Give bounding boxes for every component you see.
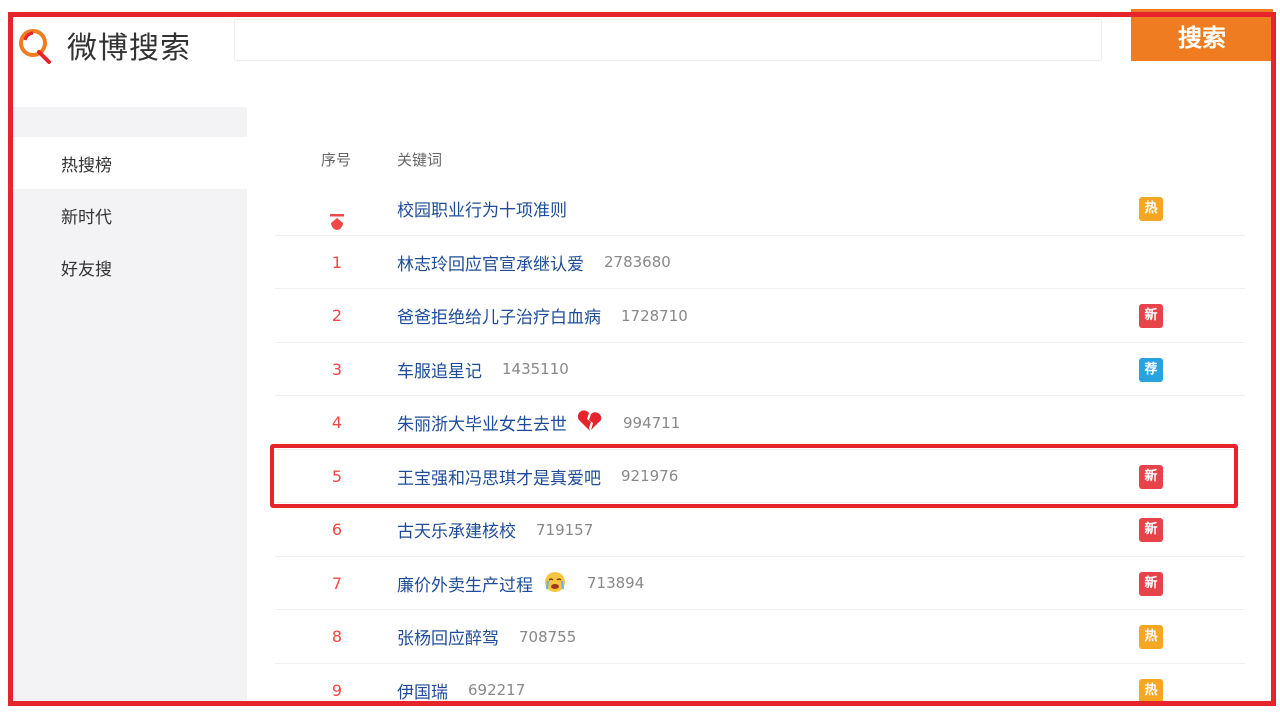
table-row[interactable]: 8 张杨回应醉驾 708755 热 — [275, 610, 1245, 664]
row-keyword[interactable]: 王宝强和冯思琪才是真爱吧 — [397, 464, 601, 489]
row-keyword[interactable]: 伊国瑞 — [397, 678, 448, 703]
sidebar-item-hot-search[interactable]: 热搜榜 — [13, 137, 247, 189]
row-keyword[interactable]: 古天乐承建核校 — [397, 517, 516, 542]
table-row[interactable]: 1 林志玲回应官宣承继认爱 2783680 — [275, 236, 1245, 289]
row-rank: 1 — [331, 252, 343, 272]
hot-search-list: 序号 关键词 校园职业行为十项准则 热 1 林志玲回应官宣承继认爱 278368… — [247, 107, 1271, 703]
table-row[interactable]: 4 朱丽浙大毕业女生去世 994711 — [275, 396, 1245, 450]
row-rank: 4 — [331, 413, 343, 432]
table-row[interactable]: 2 爸爸拒绝给儿子治疗白血病 1728710 新 — [275, 289, 1245, 343]
broken-heart-icon — [577, 410, 603, 435]
search-input[interactable] — [234, 19, 1102, 61]
row-rank: 3 — [331, 359, 343, 379]
sidebar-item-new-era[interactable]: 新时代 — [13, 189, 247, 241]
row-rank: 6 — [331, 520, 343, 539]
row-keyword[interactable]: 车服追星记 — [397, 357, 482, 382]
new-badge: 新 — [1139, 304, 1163, 328]
row-rank: 8 — [331, 627, 343, 646]
row-keyword[interactable]: 朱丽浙大毕业女生去世 — [397, 410, 567, 435]
row-count: 921976 — [621, 467, 679, 485]
pin-icon — [329, 200, 345, 230]
table-row[interactable]: 校园职业行为十项准则 热 — [275, 182, 1245, 236]
sidebar-item-label: 好友搜 — [61, 259, 112, 280]
row-count: 2783680 — [604, 253, 671, 271]
table-row[interactable]: 5 王宝强和冯思琪才是真爱吧 921976 新 — [275, 450, 1245, 503]
search-button[interactable]: 搜索 — [1131, 9, 1273, 61]
row-count: 719157 — [536, 520, 594, 539]
column-header-rank: 序号 — [321, 151, 352, 169]
table-header: 序号 关键词 — [247, 143, 1247, 173]
sidebar-item-friends-search[interactable]: 好友搜 — [13, 241, 247, 293]
magnifier-logo-icon — [17, 26, 55, 64]
row-rank: 7 — [331, 573, 343, 593]
column-header-keyword: 关键词 — [397, 151, 443, 169]
table-row[interactable]: 6 古天乐承建核校 719157 新 — [275, 503, 1245, 557]
row-rank: 5 — [331, 466, 343, 486]
row-count: 713894 — [587, 574, 645, 592]
table-row[interactable]: 3 车服追星记 1435110 荐 — [275, 343, 1245, 396]
sidebar: 热搜榜 新时代 好友搜 — [13, 107, 247, 701]
new-badge: 新 — [1139, 518, 1163, 542]
row-rank: 2 — [331, 306, 343, 325]
row-rank: 9 — [331, 680, 343, 700]
row-keyword[interactable]: 廉价外卖生产过程 — [397, 571, 533, 596]
logo-text: 微博搜索 — [67, 31, 191, 66]
table-row[interactable]: 9 伊国瑞 692217 热 — [275, 664, 1245, 712]
new-badge: 新 — [1139, 464, 1163, 489]
recommend-badge: 荐 — [1139, 357, 1163, 382]
sidebar-item-label: 新时代 — [61, 207, 112, 228]
row-count: 994711 — [623, 413, 681, 432]
row-keyword[interactable]: 校园职业行为十项准则 — [397, 196, 567, 221]
row-count: 708755 — [519, 627, 577, 646]
row-count: 1435110 — [502, 360, 569, 378]
hot-badge: 热 — [1139, 678, 1163, 703]
row-keyword[interactable]: 张杨回应醉驾 — [397, 624, 499, 649]
row-keyword[interactable]: 爸爸拒绝给儿子治疗白血病 — [397, 303, 601, 328]
new-badge: 新 — [1139, 571, 1163, 596]
row-count: 692217 — [468, 681, 526, 699]
hot-badge: 热 — [1139, 197, 1163, 221]
pinned-rank — [319, 182, 355, 235]
crying-face-icon — [543, 571, 567, 596]
table-row[interactable]: 7 廉价外卖生产过程 713894 新 — [275, 557, 1245, 610]
weibo-search-logo[interactable]: 微博搜索 — [17, 25, 191, 66]
hot-badge: 热 — [1139, 625, 1163, 649]
sidebar-item-label: 热搜榜 — [61, 155, 112, 176]
row-count: 1728710 — [621, 306, 688, 325]
row-keyword[interactable]: 林志玲回应官宣承继认爱 — [397, 250, 584, 275]
header: 微博搜索 搜索 — [13, 9, 1273, 107]
table-body: 校园职业行为十项准则 热 1 林志玲回应官宣承继认爱 2783680 2 爸爸拒… — [275, 182, 1245, 712]
